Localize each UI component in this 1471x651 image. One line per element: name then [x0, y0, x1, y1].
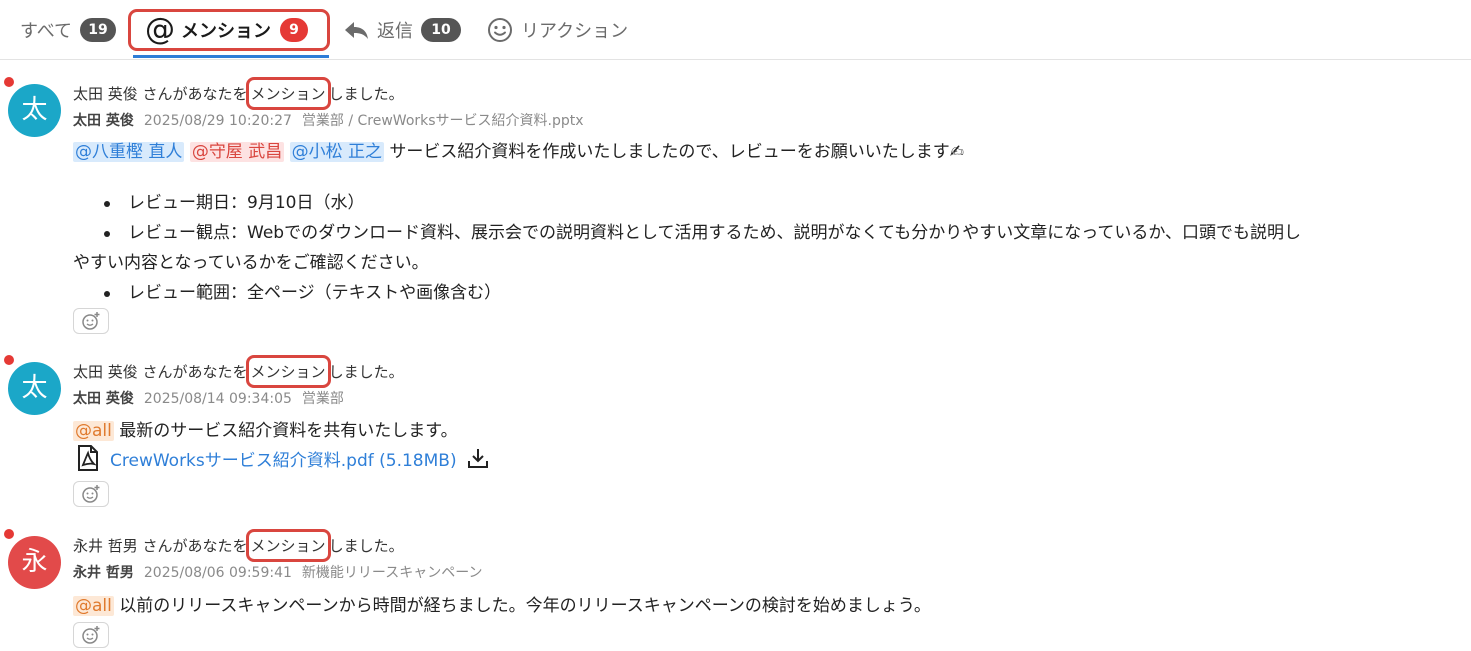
file-link[interactable]: CrewWorksサービス紹介資料.pdf (5.18MB)	[110, 446, 457, 471]
bullet-item: レビュー観点：Webでのダウンロード資料、展示会での説明資料として活用するため、…	[98, 218, 1301, 248]
message-text: サービス紹介資料を作成いたしましたので、レビューをお願いいたします✍	[384, 142, 964, 162]
add-reaction-icon	[82, 485, 100, 503]
reply-icon	[345, 22, 368, 39]
tab-reaction-label: リアクション	[521, 21, 629, 42]
author-name[interactable]: 太田 英俊	[73, 391, 134, 407]
notice-text: 永井 哲男 さんがあなたを	[73, 537, 248, 555]
avatar[interactable]: 太	[8, 84, 61, 137]
message-meta: 永井 哲男 2025/08/06 09:59:41 新機能リリースキャンペーン	[73, 562, 483, 582]
user-mention[interactable]: @守屋 武昌	[189, 142, 285, 162]
avatar[interactable]: 太	[8, 362, 61, 415]
notice-text-end: しました。	[328, 85, 404, 103]
bullet-item: レビュー期日：9月10日（水）	[98, 188, 1301, 218]
author-name[interactable]: 永井 哲男	[73, 565, 134, 581]
message-body: @all 以前のリリースキャンペーンから時間が経ちました。今年のリリースキャンペ…	[73, 591, 931, 616]
tab-mention-label: メンション	[181, 21, 271, 42]
notice-text-end: しました。	[328, 363, 404, 381]
at-icon: @	[145, 12, 175, 47]
notification-tabs: すべて 19 @ メンション 9 返信 10 リアクション	[0, 0, 1471, 60]
notice-text: 太田 英俊 さんがあなたを	[73, 363, 248, 381]
bullet-item: レビュー範囲：全ページ（テキストや画像含む）	[98, 278, 1301, 308]
mention-highlight: メンション	[245, 529, 331, 562]
add-reaction-icon	[82, 312, 100, 330]
channel-link[interactable]: 新機能リリースキャンペーン	[302, 565, 483, 581]
tab-all-count-badge: 19	[80, 18, 117, 42]
channel-link[interactable]: 営業部 / CrewWorksサービス紹介資料.pptx	[302, 113, 584, 129]
unread-indicator	[4, 529, 14, 539]
user-mention[interactable]: @八重樫 直人	[73, 142, 185, 162]
timestamp: 2025/08/06 09:59:41	[143, 565, 292, 581]
file-attachment[interactable]: CrewWorksサービス紹介資料.pdf (5.18MB)	[76, 445, 489, 471]
add-reaction-icon	[82, 626, 100, 644]
unread-indicator	[4, 77, 14, 87]
tab-mention-count-badge: 9	[280, 18, 308, 42]
smile-icon	[488, 18, 512, 42]
tab-reply-count-badge: 10	[421, 18, 461, 42]
mention-highlight: メンション	[245, 355, 331, 388]
all-mention[interactable]: @all	[73, 421, 114, 441]
author-name[interactable]: 太田 英俊	[73, 113, 134, 129]
avatar[interactable]: 永	[8, 536, 61, 589]
tab-reaction[interactable]: リアクション	[487, 14, 628, 46]
tab-all-label: すべて	[20, 21, 73, 42]
tab-reply-label: 返信	[377, 21, 413, 42]
channel-link[interactable]: 営業部	[302, 391, 344, 407]
tab-all[interactable]: すべて 19	[20, 14, 117, 46]
add-reaction-button[interactable]	[73, 622, 109, 648]
mention-notice: 太田 英俊 さんがあなたを メンション しました。	[73, 355, 404, 388]
add-reaction-button[interactable]	[73, 308, 109, 334]
all-mention[interactable]: @all	[73, 596, 114, 616]
bullet-item-continuation: やすい内容となっているかをご確認ください。	[73, 253, 429, 273]
mention-notice: 永井 哲男 さんがあなたを メンション しました。	[73, 529, 404, 562]
add-reaction-button[interactable]	[73, 481, 109, 507]
message-text: 最新のサービス紹介資料を共有いたします。	[113, 421, 458, 441]
active-tab-indicator	[133, 55, 329, 58]
message-body: @all 最新のサービス紹介資料を共有いたします。	[73, 416, 458, 441]
tab-reply[interactable]: 返信 10	[343, 14, 461, 46]
review-bullet-list: レビュー期日：9月10日（水） レビュー観点：Webでのダウンロード資料、展示会…	[73, 188, 1301, 308]
unread-indicator	[4, 355, 14, 365]
message-meta: 太田 英俊 2025/08/14 09:34:05 営業部	[73, 388, 344, 408]
message-meta: 太田 英俊 2025/08/29 10:20:27 営業部 / CrewWorksサ…	[73, 110, 584, 130]
mention-highlight: メンション	[245, 77, 331, 110]
tab-mention[interactable]: @ メンション 9	[128, 9, 330, 51]
timestamp: 2025/08/14 09:34:05	[143, 391, 292, 407]
pdf-file-icon	[78, 445, 98, 471]
notice-text-end: しました。	[328, 537, 404, 555]
download-icon[interactable]	[467, 447, 489, 469]
mention-notice: 太田 英俊 さんがあなたを メンション しました。	[73, 77, 404, 110]
message-body: @八重樫 直人 @守屋 武昌 @小松 正之 サービス紹介資料を作成いたしましたの…	[73, 137, 964, 162]
timestamp: 2025/08/29 10:20:27	[143, 113, 292, 129]
message-text: 以前のリリースキャンペーンから時間が経ちました。今年のリリースキャンペーンの検討…	[113, 596, 931, 616]
user-mention[interactable]: @小松 正之	[289, 142, 385, 162]
notice-text: 太田 英俊 さんがあなたを	[73, 85, 248, 103]
